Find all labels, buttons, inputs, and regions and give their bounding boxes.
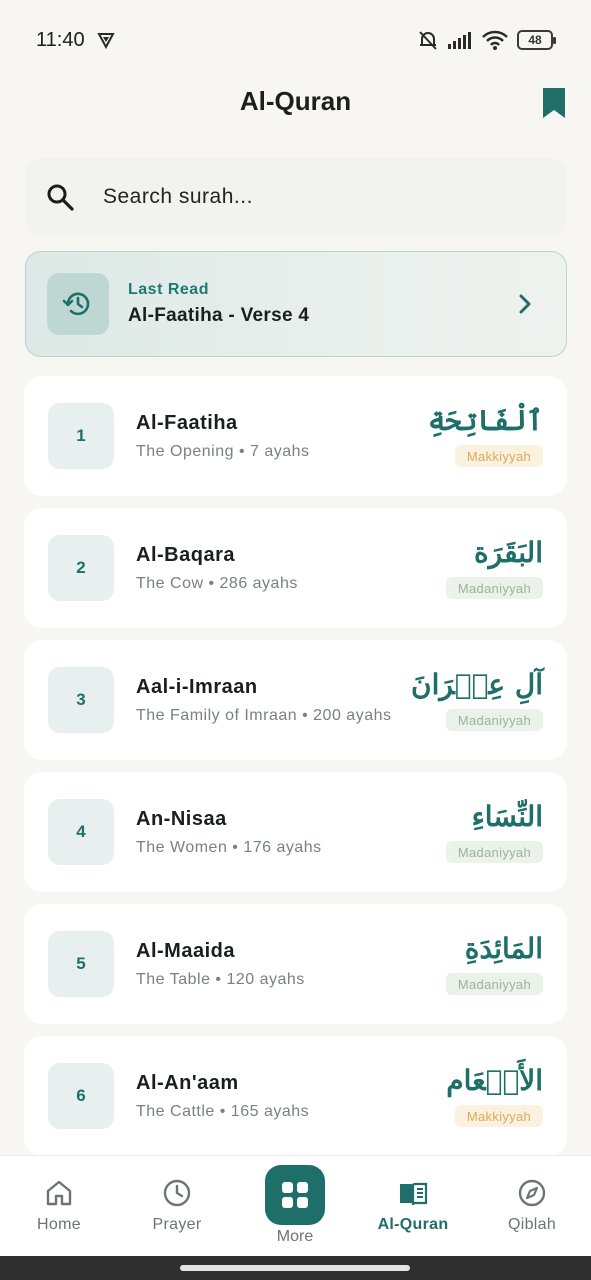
status-right: 48 bbox=[417, 29, 556, 51]
surah-card-4[interactable]: 4 An-Nisaa The Women • 176 ayahs النِّسَ… bbox=[24, 772, 567, 892]
surah-arabic-name: الأَنۡعَام bbox=[446, 1064, 543, 1097]
surah-subtitle: The Family of Imraan • 200 ayahs bbox=[136, 707, 392, 724]
gesture-bar bbox=[0, 1256, 591, 1280]
chevron-right-icon bbox=[519, 294, 531, 314]
surah-subtitle: The Cow • 286 ayahs bbox=[136, 575, 298, 592]
nav-more-label: More bbox=[276, 1228, 314, 1245]
surah-subtitle: The Women • 176 ayahs bbox=[136, 839, 322, 856]
surah-card-6[interactable]: 6 Al-An'aam The Cattle • 165 ayahs الأَن… bbox=[24, 1036, 567, 1156]
surah-number: 1 bbox=[48, 403, 114, 469]
grid-icon bbox=[282, 1182, 308, 1208]
surah-number: 3 bbox=[48, 667, 114, 733]
book-icon bbox=[400, 1182, 428, 1206]
bell-muted-icon bbox=[419, 31, 437, 50]
nav-home-label: Home bbox=[37, 1216, 81, 1233]
surah-number: 4 bbox=[48, 799, 114, 865]
revelation-badge: Madaniyyah bbox=[445, 577, 543, 599]
app-header: Al-Quran bbox=[0, 80, 591, 128]
surah-number: 2 bbox=[48, 535, 114, 601]
signal-icon bbox=[448, 32, 471, 49]
surah-name: Aal-i-Imraan bbox=[136, 676, 258, 698]
surah-number: 5 bbox=[48, 931, 114, 997]
home-icon bbox=[46, 1180, 72, 1206]
last-read-card[interactable]: Last Read Al-Faatiha - Verse 4 bbox=[25, 251, 567, 357]
surah-name: Al-Maaida bbox=[136, 940, 235, 962]
nav-quran[interactable]: Al-Quran bbox=[354, 1156, 472, 1257]
nav-home[interactable]: Home bbox=[0, 1156, 118, 1257]
surah-subtitle: The Table • 120 ayahs bbox=[136, 971, 305, 988]
last-read-icon-box bbox=[47, 273, 109, 335]
surah-arabic-name: المَائِدَةِ bbox=[464, 932, 543, 965]
compass-icon bbox=[518, 1179, 546, 1207]
revelation-badge: Makkiyyah bbox=[454, 1105, 543, 1127]
surah-name: Al-Faatiha bbox=[136, 412, 238, 434]
surah-arabic-name: ٱلْفَاتِحَةِ bbox=[428, 404, 543, 437]
status-left: 11:40 bbox=[36, 29, 115, 52]
battery-level: 48 bbox=[528, 33, 542, 47]
nav-qiblah-label: Qiblah bbox=[507, 1216, 557, 1233]
surah-subtitle: The Cattle • 165 ayahs bbox=[136, 1103, 310, 1120]
surah-name: Al-An'aam bbox=[136, 1072, 239, 1094]
status-bar: 11:40 48 bbox=[0, 0, 591, 80]
surah-arabic-name: البَقَرَة bbox=[473, 536, 543, 569]
surah-arabic-name: آلِ عِمۡرَانَ bbox=[411, 668, 543, 701]
bottom-nav: Home Prayer More Al-Quran Qiblah bbox=[0, 1155, 591, 1256]
surah-card-5[interactable]: 5 Al-Maaida The Table • 120 ayahs المَائ… bbox=[24, 904, 567, 1024]
last-read-value: Al-Faatiha - Verse 4 bbox=[128, 305, 310, 326]
wifi-icon bbox=[482, 30, 508, 50]
surah-card-2[interactable]: 2 Al-Baqara The Cow • 286 ayahs البَقَرَ… bbox=[24, 508, 567, 628]
revelation-badge: Madaniyyah bbox=[445, 973, 543, 995]
surah-card-3[interactable]: 3 Aal-i-Imraan The Family of Imraan • 20… bbox=[24, 640, 567, 760]
nav-qiblah[interactable]: Qiblah bbox=[473, 1156, 591, 1257]
nav-quran-label: Al-Quran bbox=[377, 1216, 449, 1233]
search-icon bbox=[47, 184, 74, 211]
clock-icon bbox=[163, 1179, 191, 1207]
surah-card-1[interactable]: 1 Al-Faatiha The Opening • 7 ayahs ٱلْفَ… bbox=[24, 376, 567, 496]
nav-prayer[interactable]: Prayer bbox=[118, 1156, 236, 1257]
vpn-shield-icon bbox=[96, 33, 115, 49]
surah-number: 6 bbox=[48, 1063, 114, 1129]
battery-indicator: 48 bbox=[517, 30, 556, 50]
page-title: Al-Quran bbox=[239, 86, 352, 116]
bookmark-icon[interactable] bbox=[539, 86, 569, 120]
last-read-label: Last Read bbox=[128, 281, 209, 298]
search-input[interactable] bbox=[103, 185, 523, 209]
revelation-badge: Madaniyyah bbox=[445, 709, 543, 731]
surah-name: An-Nisaa bbox=[136, 808, 227, 830]
nav-more-button[interactable] bbox=[265, 1165, 325, 1225]
home-gesture-handle[interactable] bbox=[180, 1265, 410, 1271]
revelation-badge: Makkiyyah bbox=[454, 445, 543, 467]
status-time: 11:40 bbox=[36, 28, 85, 51]
surah-arabic-name: النِّسَاءِ bbox=[471, 800, 543, 833]
last-read-text: Last Read Al-Faatiha - Verse 4 bbox=[128, 281, 309, 327]
search-bar[interactable] bbox=[25, 158, 567, 236]
revelation-badge: Madaniyyah bbox=[445, 841, 543, 863]
surah-subtitle: The Opening • 7 ayahs bbox=[136, 443, 310, 460]
nav-prayer-label: Prayer bbox=[152, 1216, 202, 1233]
history-icon bbox=[62, 292, 90, 316]
surah-name: Al-Baqara bbox=[136, 544, 235, 566]
